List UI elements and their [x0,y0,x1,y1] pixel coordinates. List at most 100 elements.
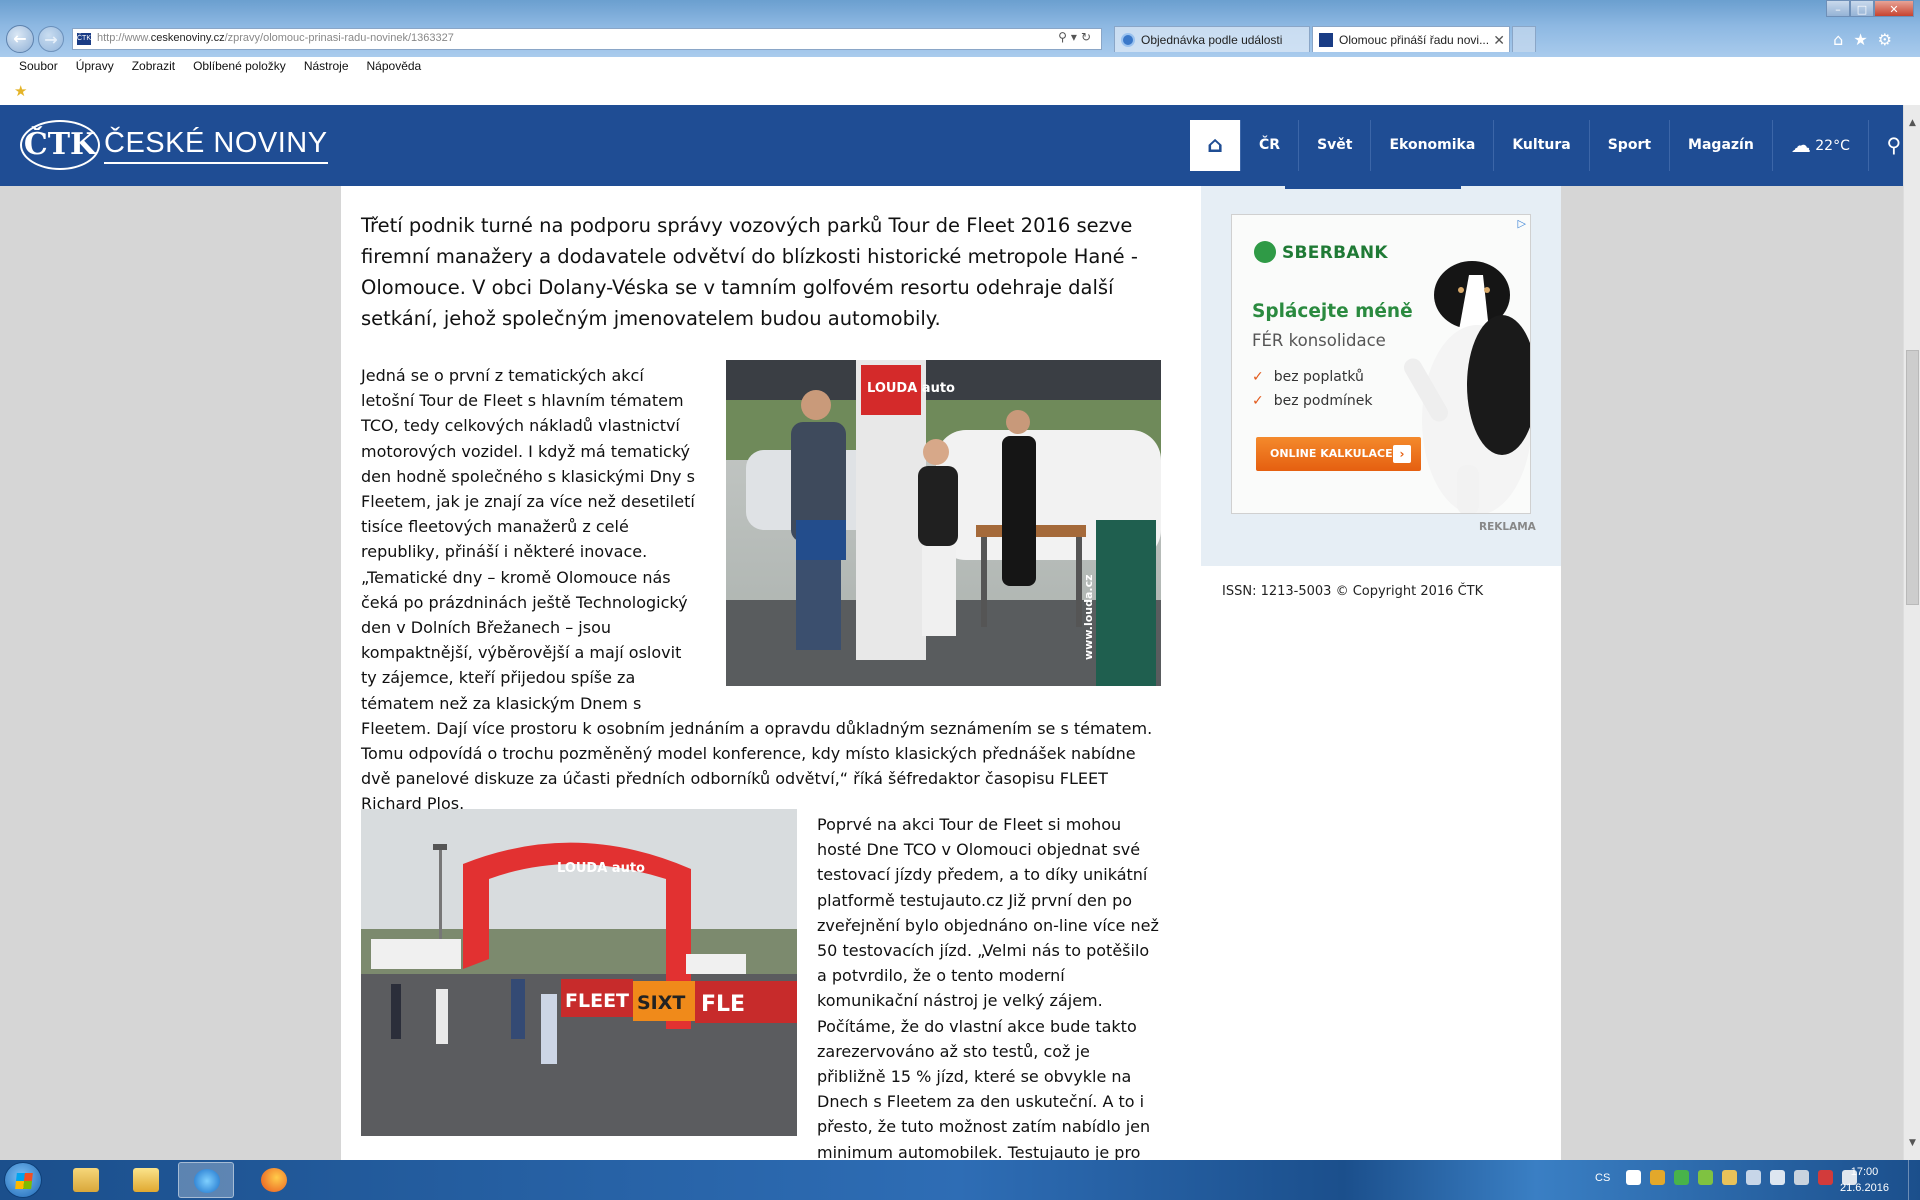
nav-ekonomika[interactable]: Ekonomika [1371,120,1495,171]
ad-headline: Splácejte méně [1252,301,1413,322]
minimize-button[interactable]: – [1826,0,1850,17]
menu-soubor[interactable]: Soubor [19,57,58,77]
scroll-up-icon[interactable]: ▲ [1904,115,1920,132]
nav-weather[interactable]: ☁ 22°C [1773,120,1869,171]
sidebar-tab-indicator [1285,186,1461,189]
cloud-icon: ☁ [1790,133,1811,157]
ad-bank-logo: SBERBANK [1254,241,1388,263]
menu-oblibene[interactable]: Oblíbené položky [193,57,286,77]
address-bar[interactable]: ČTK http://www.ceskenoviny.cz/zpravy/olo… [72,28,1102,50]
article-paragraph-1: LOUDA auto www.louda.cz Jedná se o první… [361,360,1161,817]
nav-magazin[interactable]: Magazín [1670,120,1773,171]
settings-gear-icon[interactable]: ⚙ [1878,30,1902,49]
taskbar-firefox[interactable] [246,1162,302,1198]
menu-napoveda[interactable]: Nápověda [367,57,422,77]
shield-tray-icon[interactable] [1722,1170,1737,1185]
ad-check-text: bez poplatků [1273,369,1364,385]
network-error-icon[interactable] [1818,1170,1833,1185]
address-url[interactable]: http://www.ceskenoviny.cz/zpravy/olomouc… [97,32,454,44]
browser-chrome: ← → ČTK http://www.ceskenoviny.cz/zpravy… [0,0,1920,105]
browser-titlebar: ← → ČTK http://www.ceskenoviny.cz/zpravy… [0,0,1920,57]
menu-nastroje[interactable]: Nástroje [304,57,349,77]
photo2-arch-text: LOUDA auto [557,861,645,876]
address-tools: ⚲▾↻ [1058,30,1095,44]
update-tray-icon[interactable] [1698,1170,1713,1185]
photo-fleet-arch[interactable]: LOUDA auto FLEET SIXT FLE [361,809,797,1136]
ad-calculator-button[interactable]: › ONLINE KALKULACE [1256,437,1421,471]
mail-icon [133,1168,159,1192]
forward-arrow-icon: → [44,30,58,49]
scroll-down-icon[interactable]: ▼ [1904,1135,1920,1152]
close-tab-icon[interactable]: ✕ [1493,27,1505,52]
clock-time: 17:00 [1850,1166,1879,1178]
browser-tab-olomouc[interactable]: Olomouc přináší řadu novi... ✕ [1312,26,1510,52]
sberbank-ad[interactable]: ▷ SBERBANK Splácejte méně FÉR konsolidac… [1231,214,1531,514]
antivirus-tray-icon[interactable] [1650,1170,1665,1185]
ad-check-item: ✓ bez poplatků [1252,369,1364,385]
nav-home[interactable]: ⌂ [1190,120,1241,171]
article-lead: Třetí podnik turné na podporu správy voz… [361,214,1138,330]
cloud-tray-icon[interactable] [1626,1170,1641,1185]
photo-louda-stand[interactable]: LOUDA auto www.louda.cz [726,360,1161,686]
menu-upravy[interactable]: Úpravy [76,57,114,77]
favorites-star-icon[interactable]: ★ [1853,30,1877,49]
home-icon: ⌂ [1207,133,1223,158]
scroll-thumb[interactable] [1906,350,1919,605]
firefox-icon [261,1168,287,1192]
photo-fleet-arch-image: LOUDA auto FLEET SIXT FLE [361,809,797,1136]
taskbar-outlook[interactable] [118,1162,174,1198]
vertical-scrollbar[interactable]: ▲ ▼ [1903,105,1920,1160]
display-tray-icon[interactable] [1794,1170,1809,1185]
maximize-button[interactable]: □ [1850,0,1874,17]
new-tab-button[interactable] [1512,26,1536,52]
ad-label: REKLAMA [1479,521,1536,533]
back-arrow-icon: ← [13,29,27,48]
sync-tray-icon[interactable] [1674,1170,1689,1185]
tab-label: Olomouc přináší řadu novi... [1339,33,1490,47]
chevron-right-icon: › [1393,445,1411,463]
nav-svet[interactable]: Svět [1299,120,1372,171]
menu-zobrazit[interactable]: Zobrazit [132,57,175,77]
ad-bank-name: SBERBANK [1282,243,1388,263]
taskbar-explorer[interactable] [58,1162,114,1198]
site-logo[interactable]: ČTK ČESKÉ NOVINY [20,119,328,171]
forward-button[interactable]: → [38,26,64,52]
flag-tray-icon[interactable] [1770,1170,1785,1185]
taskbar-ie[interactable] [178,1162,234,1198]
nav-sport[interactable]: Sport [1590,120,1671,171]
ad-dog-image [1404,261,1530,513]
content-sheet: Třetí podnik turné na podporu správy voz… [341,186,1561,1187]
check-icon: ✓ [1252,369,1264,385]
search-icon[interactable]: ⚲ [1058,30,1071,44]
ad-choices-icon[interactable]: ▷ [1518,217,1526,230]
nav-kultura[interactable]: Kultura [1494,120,1590,171]
url-prefix: http://www. [97,32,151,44]
sberbank-logo-icon [1254,241,1276,263]
internet-explorer-icon [194,1169,220,1193]
clock-date: 21.6.2016 [1840,1182,1889,1194]
home-icon[interactable]: ⌂ [1833,30,1853,49]
tray-language[interactable]: CS [1595,1172,1610,1184]
search-icon: ⚲ [1886,133,1902,157]
folder-icon [73,1168,99,1192]
ad-check-item: ✓ bez podmínek [1252,393,1373,409]
photo-louda-stand-image: LOUDA auto www.louda.cz [726,360,1161,686]
favorites-bar-star-icon[interactable]: ★ [14,82,27,100]
show-desktop-button[interactable] [1908,1160,1920,1200]
taskbar-clock[interactable]: 17:00 21.6.2016 [1840,1164,1889,1196]
logo-text: ČESKÉ NOVINY [104,127,328,164]
close-window-button[interactable]: ✕ [1874,0,1914,17]
nav-cr[interactable]: ČR [1241,120,1300,171]
ad-check-text: bez podmínek [1273,393,1373,409]
dropdown-icon[interactable]: ▾ [1071,30,1081,44]
browser-tab-objednavka[interactable]: Objednávka podle události [1114,26,1310,52]
windows-taskbar: CS 17:00 21.6.2016 [0,1160,1920,1200]
refresh-icon[interactable]: ↻ [1081,30,1095,44]
browser-toolbar-icons: ⌂★⚙ [1833,30,1902,49]
network-globe-icon[interactable] [1746,1170,1761,1185]
ie-tab-icon [1121,33,1135,47]
menu-bar: Soubor Úpravy Zobrazit Oblíbené položky … [0,57,1920,105]
photo1-banner-text: LOUDA auto [867,381,955,396]
start-button[interactable] [4,1162,42,1198]
back-button[interactable]: ← [6,25,34,53]
